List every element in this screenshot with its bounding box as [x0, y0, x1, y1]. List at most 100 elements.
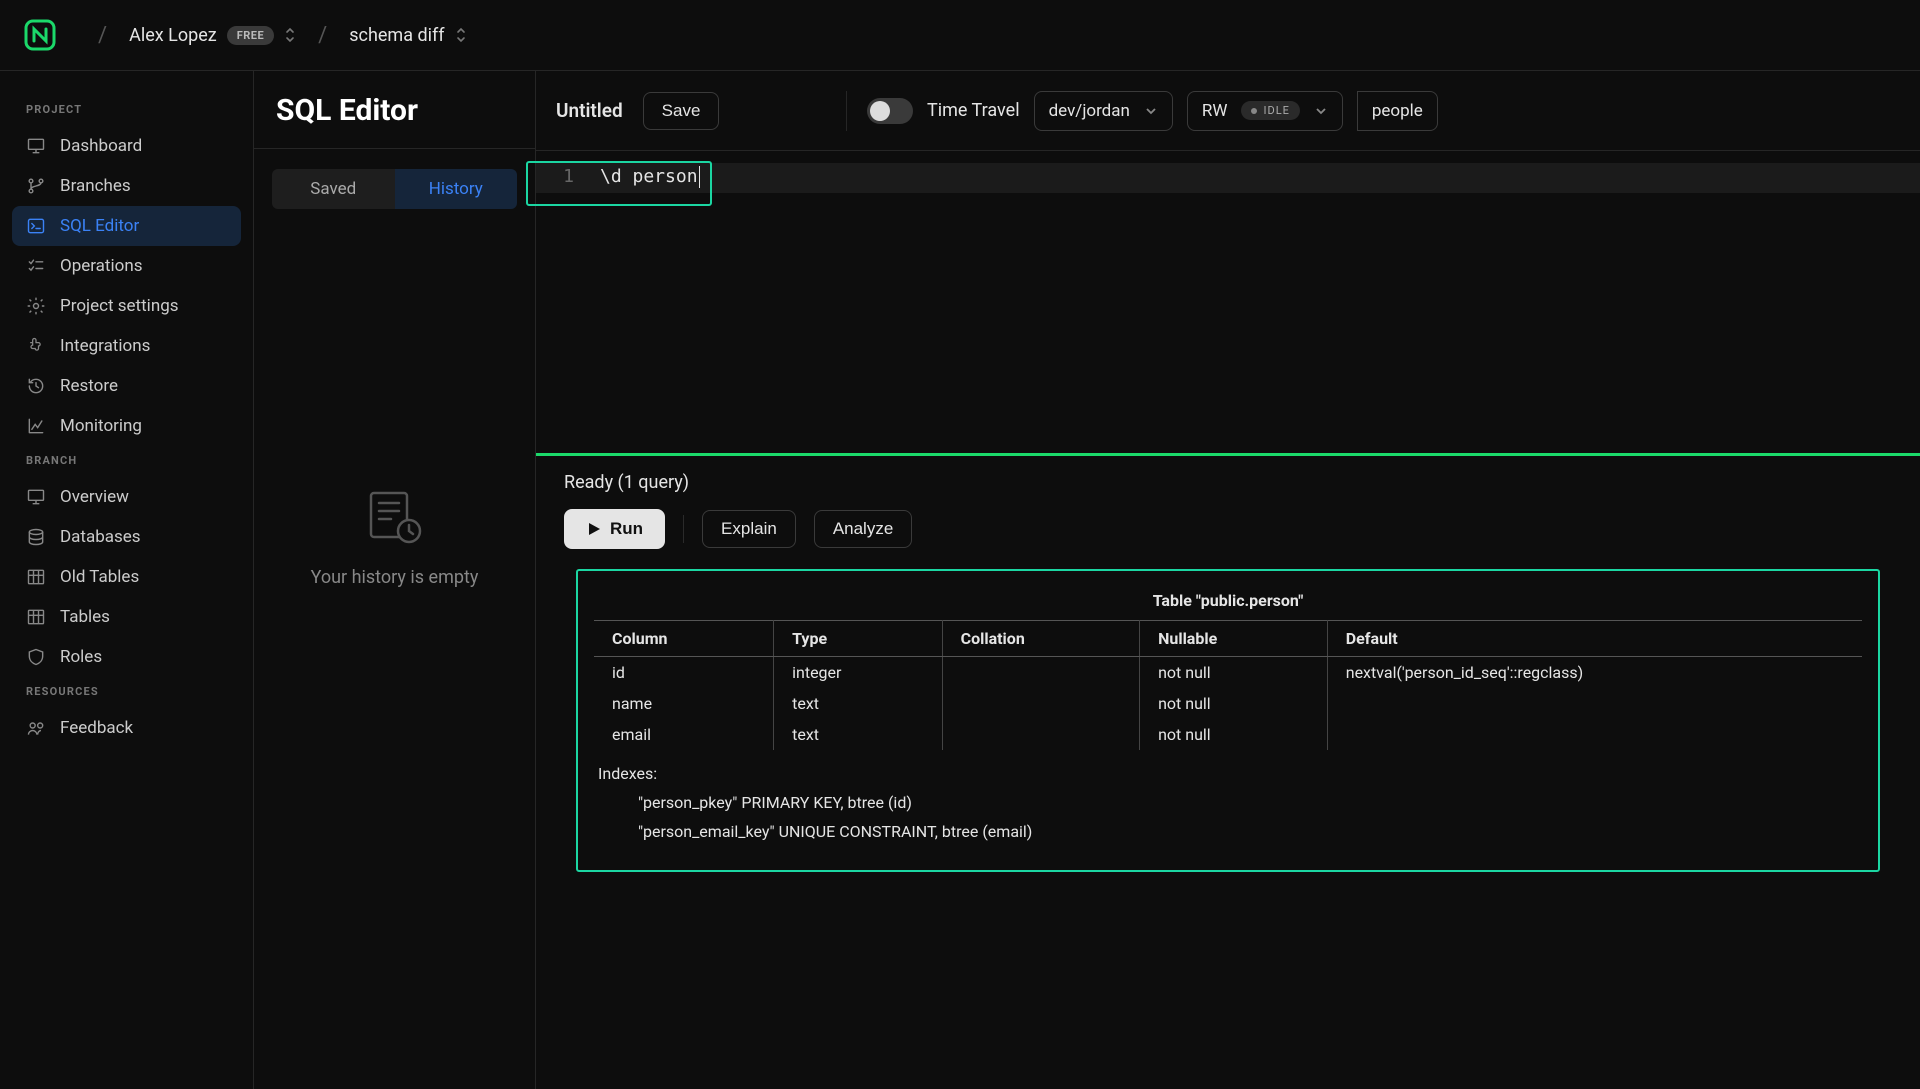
cell: nextval('person_id_seq'::regclass)	[1327, 657, 1862, 689]
editor-toolbar: Untitled Save Time Travel dev/jordan RW …	[536, 71, 1920, 151]
cell: id	[594, 657, 774, 689]
sidebar-item-databases[interactable]: Databases	[12, 517, 241, 557]
sidebar-section-branch: BRANCH	[12, 446, 241, 477]
cell: email	[594, 719, 774, 750]
chart-icon	[26, 416, 46, 436]
history-icon	[26, 376, 46, 396]
sidebar-item-dashboard[interactable]: Dashboard	[12, 126, 241, 166]
feedback-icon	[26, 718, 46, 738]
table-row: name text not null	[594, 688, 1862, 719]
col-header: Default	[1327, 621, 1862, 657]
sidebar-item-branches[interactable]: Branches	[12, 166, 241, 206]
cell: not null	[1140, 719, 1328, 750]
history-empty-state: Your history is empty	[254, 229, 535, 1089]
branch-selector[interactable]: dev/jordan	[1034, 91, 1173, 131]
run-label: Run	[610, 519, 643, 539]
code-text-content: \d person	[600, 166, 698, 187]
cell	[1327, 719, 1862, 750]
monitor-icon	[26, 487, 46, 507]
sidebar-item-sql-editor[interactable]: SQL Editor	[12, 206, 241, 246]
sidebar-item-integrations[interactable]: Integrations	[12, 326, 241, 366]
indexes-block: Indexes: "person_pkey" PRIMARY KEY, btre…	[594, 750, 1862, 846]
logo[interactable]	[24, 19, 56, 51]
sidebar-item-label: Integrations	[60, 336, 150, 356]
col-header: Type	[774, 621, 943, 657]
sidebar-item-label: SQL Editor	[60, 216, 139, 236]
sidebar-item-label: Feedback	[60, 718, 133, 738]
cell: not null	[1140, 657, 1328, 689]
analyze-button[interactable]: Analyze	[814, 510, 912, 548]
cell	[942, 719, 1139, 750]
database-selector[interactable]: people	[1357, 91, 1438, 131]
chevron-down-icon	[1314, 104, 1328, 118]
document-title: Untitled	[556, 99, 623, 122]
database-selector-value: people	[1372, 101, 1423, 121]
index-line: "person_email_key" UNIQUE CONSTRAINT, bt…	[598, 818, 1858, 847]
line-number: 1	[563, 166, 574, 187]
sidebar-item-label: Project settings	[60, 296, 179, 316]
chevron-up-down-icon	[284, 26, 296, 44]
puzzle-icon	[26, 336, 46, 356]
save-button[interactable]: Save	[643, 92, 720, 130]
table-icon	[26, 567, 46, 587]
sidebar-item-label: Tables	[60, 607, 110, 627]
separator	[683, 515, 684, 543]
tab-saved[interactable]: Saved	[272, 169, 395, 209]
sidebar-item-feedback[interactable]: Feedback	[12, 708, 241, 748]
terminal-icon	[26, 216, 46, 236]
cell	[1327, 688, 1862, 719]
text-cursor	[699, 166, 700, 188]
separator	[846, 91, 847, 131]
page-title: SQL Editor	[254, 71, 535, 149]
sidebar-item-roles[interactable]: Roles	[12, 637, 241, 677]
branch-selector-value: dev/jordan	[1049, 101, 1130, 121]
sidebar-item-overview[interactable]: Overview	[12, 477, 241, 517]
cell: text	[774, 688, 943, 719]
sidebar: PROJECT Dashboard Branches SQL Editor Op…	[0, 71, 253, 1089]
center-panel: SQL Editor Saved History Your history is…	[253, 71, 536, 1089]
breadcrumb-separator: /	[318, 23, 327, 48]
git-branch-icon	[26, 176, 46, 196]
code-line: \d person	[586, 151, 700, 453]
run-button[interactable]: Run	[564, 509, 665, 549]
sidebar-section-project: PROJECT	[12, 95, 241, 126]
table-icon	[26, 607, 46, 627]
col-header: Collation	[942, 621, 1139, 657]
sidebar-item-label: Old Tables	[60, 567, 139, 587]
cell	[942, 688, 1139, 719]
table-row: email text not null	[594, 719, 1862, 750]
sidebar-item-tables[interactable]: Tables	[12, 597, 241, 637]
sidebar-item-label: Branches	[60, 176, 131, 196]
tab-history[interactable]: History	[395, 169, 518, 209]
sidebar-item-label: Roles	[60, 647, 102, 667]
table-row: id integer not null nextval('person_id_s…	[594, 657, 1862, 689]
database-icon	[26, 527, 46, 547]
time-travel-toggle[interactable]	[867, 98, 913, 124]
describe-table: Column Type Collation Nullable Default i…	[594, 620, 1862, 750]
plan-badge: FREE	[227, 26, 274, 45]
top-bar: / Alex Lopez FREE / schema diff	[0, 0, 1920, 71]
sidebar-item-label: Operations	[60, 256, 143, 276]
connection-mode-selector[interactable]: RW IDLE	[1187, 91, 1343, 131]
code-editor[interactable]: 1 \d person	[536, 151, 1920, 453]
sidebar-item-operations[interactable]: Operations	[12, 246, 241, 286]
sidebar-item-label: Overview	[60, 487, 129, 507]
breadcrumb-user[interactable]: Alex Lopez FREE	[129, 25, 296, 46]
index-line: "person_pkey" PRIMARY KEY, btree (id)	[598, 789, 1858, 818]
explain-button[interactable]: Explain	[702, 510, 796, 548]
cell: integer	[774, 657, 943, 689]
sidebar-item-restore[interactable]: Restore	[12, 366, 241, 406]
mode-label: RW	[1202, 101, 1228, 121]
sidebar-item-monitoring[interactable]: Monitoring	[12, 406, 241, 446]
breadcrumb-project-name: schema diff	[349, 25, 444, 46]
sidebar-item-label: Databases	[60, 527, 141, 547]
sidebar-item-old-tables[interactable]: Old Tables	[12, 557, 241, 597]
breadcrumb-project[interactable]: schema diff	[349, 25, 466, 46]
time-travel-label: Time Travel	[927, 100, 1020, 121]
empty-history-text: Your history is empty	[311, 567, 479, 588]
cell: name	[594, 688, 774, 719]
sidebar-item-label: Monitoring	[60, 416, 142, 436]
sidebar-item-project-settings[interactable]: Project settings	[12, 286, 241, 326]
idle-badge: IDLE	[1241, 101, 1299, 120]
tab-bar: Saved History	[254, 149, 535, 229]
